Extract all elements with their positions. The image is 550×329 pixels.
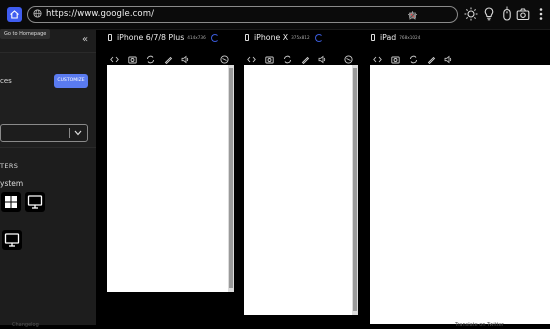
- pen-icon[interactable]: [427, 49, 436, 65]
- windows-icon: [5, 196, 17, 208]
- home-button[interactable]: [7, 7, 22, 22]
- monitor-icon: [27, 195, 43, 209]
- volume-icon[interactable]: [444, 49, 453, 64]
- customize-button[interactable]: CUSTOMIZE: [54, 74, 88, 88]
- device-name: iPad: [380, 33, 397, 42]
- device-dimensions: 768x1024: [399, 35, 421, 40]
- collapse-sidebar-icon[interactable]: «: [82, 34, 88, 45]
- rotate-icon[interactable]: [409, 49, 418, 64]
- device-dimensions: 414x736: [187, 35, 206, 40]
- volume-icon[interactable]: [181, 49, 190, 64]
- home-icon: [10, 10, 19, 19]
- globe-icon: [33, 9, 42, 18]
- device-header: iPhone X 375x812: [245, 32, 323, 43]
- scrollbar[interactable]: [352, 65, 358, 315]
- code-icon[interactable]: [110, 49, 119, 63]
- monitor-icon: [4, 233, 20, 247]
- screenshot-icon[interactable]: [128, 49, 137, 64]
- loading-spinner-icon: [314, 33, 323, 42]
- device-header: iPhone 6/7/8 Plus 414x736: [108, 32, 219, 43]
- filters-heading: TERS: [0, 162, 19, 170]
- mouse-icon[interactable]: [500, 6, 514, 22]
- desktop-os-button[interactable]: [25, 192, 45, 212]
- code-icon[interactable]: [247, 49, 256, 63]
- volume-icon[interactable]: [318, 49, 327, 64]
- extension-icon[interactable]: [409, 9, 438, 19]
- camera-icon[interactable]: [516, 6, 530, 22]
- rotate-icon[interactable]: [283, 49, 292, 64]
- device-header: iPad 768x1024: [371, 32, 420, 43]
- changelog-link[interactable]: Changelog: [12, 322, 39, 328]
- url-bar[interactable]: https://www.google.com/: [27, 6, 458, 23]
- tablet-icon: [371, 34, 375, 41]
- code-icon[interactable]: [373, 49, 382, 63]
- extension-icon[interactable]: [409, 9, 425, 19]
- pen-icon[interactable]: [164, 49, 173, 65]
- rotate-icon[interactable]: [146, 49, 155, 64]
- device-select[interactable]: [0, 124, 88, 142]
- phone-icon: [245, 34, 249, 41]
- device-viewport-iphone-8-plus[interactable]: [107, 65, 234, 292]
- chevron-down-icon: [74, 130, 82, 136]
- os-system-label: ystem: [0, 179, 24, 188]
- device-name: iPhone 6/7/8 Plus: [117, 33, 185, 42]
- device-dimensions: 375x812: [291, 35, 310, 40]
- accessibility-icon[interactable]: [220, 49, 229, 64]
- windows-os-button[interactable]: [1, 192, 21, 212]
- device-toolbar: [245, 49, 357, 65]
- footer-text[interactable]: Translate on Twitter: [455, 322, 504, 328]
- device-toolbar: [371, 49, 461, 65]
- phone-icon: [108, 34, 112, 41]
- screenshot-icon[interactable]: [265, 49, 274, 64]
- device-viewport-iphone-x[interactable]: [244, 65, 358, 315]
- accessibility-icon[interactable]: [344, 49, 353, 64]
- brightness-icon[interactable]: [464, 6, 478, 22]
- devices-label: ces: [0, 77, 12, 85]
- pencil-icon[interactable]: [409, 9, 451, 19]
- lightbulb-icon[interactable]: [482, 6, 496, 22]
- url-text: https://www.google.com/: [46, 9, 155, 19]
- screenshot-icon[interactable]: [391, 49, 400, 64]
- menu-dots-icon[interactable]: [534, 6, 548, 22]
- desktop-os-button-2[interactable]: [2, 230, 22, 250]
- pen-icon[interactable]: [301, 49, 310, 65]
- loading-spinner-icon: [210, 33, 219, 42]
- browser-toolbar: https://www.google.com/: [0, 0, 550, 30]
- device-viewport-ipad[interactable]: [370, 65, 550, 324]
- home-tooltip: Go to Homepage: [0, 29, 51, 39]
- device-name: iPhone X: [254, 33, 289, 42]
- device-toolbar: [108, 49, 233, 65]
- scrollbar[interactable]: [228, 65, 234, 292]
